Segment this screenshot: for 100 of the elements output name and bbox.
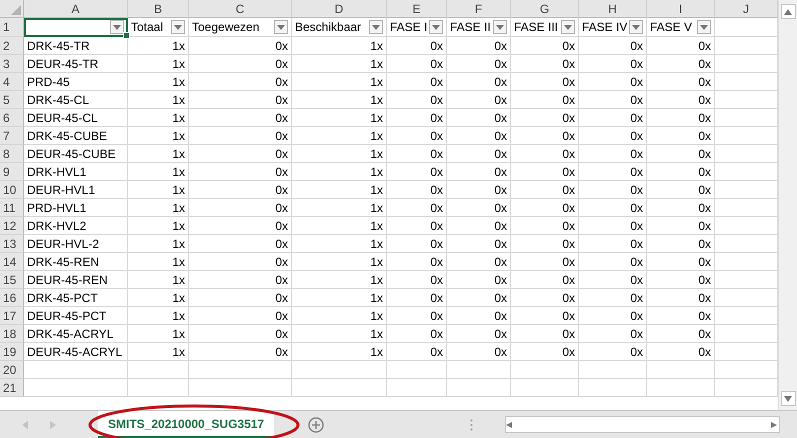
row-number[interactable]: 13 [0,235,24,253]
empty-cell[interactable] [647,379,715,397]
row-number[interactable]: 17 [0,307,24,325]
header-cell[interactable]: FASE III [511,18,579,37]
header-cell[interactable]: Totaal [128,18,189,37]
scroll-up-button[interactable] [780,4,796,19]
row-number[interactable]: 1 [0,18,24,37]
empty-cell[interactable] [447,361,511,379]
row-number[interactable]: 10 [0,181,24,199]
row-number[interactable]: 11 [0,199,24,217]
caret-icon [432,24,440,30]
table-cell: 0x [189,55,292,73]
table-cell: DEUR-HVL-2 [24,235,128,253]
table-cell: 1x [292,181,387,199]
row-number[interactable]: 4 [0,73,24,91]
empty-cell[interactable] [292,379,387,397]
column-header[interactable]: I [647,0,715,18]
filter-button[interactable] [561,20,575,34]
filter-button[interactable] [110,20,124,34]
selected-cell[interactable] [24,18,128,37]
row-number[interactable]: 6 [0,109,24,127]
table-cell: 1x [292,271,387,289]
scroll-down-button[interactable] [780,391,796,406]
table-cell: 1x [128,109,189,127]
table-cell: 0x [447,109,511,127]
row-number[interactable]: 3 [0,55,24,73]
filter-button[interactable] [429,20,444,34]
row-number[interactable]: 2 [0,37,24,55]
row-number[interactable]: 19 [0,343,24,361]
more-options-icon[interactable] [470,418,474,430]
sheet-tab[interactable]: SMITS_20210000_SUG3517 [98,411,274,438]
empty-cell[interactable] [128,361,189,379]
table-cell: 1x [128,55,189,73]
row-number[interactable]: 15 [0,271,24,289]
row-number[interactable]: 18 [0,325,24,343]
table-cell: 1x [292,55,387,73]
header-cell[interactable]: FASE II [447,18,511,37]
filter-button[interactable] [629,20,644,34]
column-header[interactable]: F [447,0,511,18]
table-cell: 0x [387,91,447,109]
horizontal-scrollbar[interactable] [505,416,780,433]
table-cell: 1x [292,235,387,253]
triangle-icon [11,5,21,15]
row-number[interactable]: 7 [0,127,24,145]
table-cell: DEUR-45-TR [24,55,128,73]
filter-button[interactable] [171,20,185,34]
table-cell: 1x [128,91,189,109]
empty-cell[interactable] [647,361,715,379]
empty-cell[interactable] [511,379,579,397]
select-all-corner[interactable] [0,0,24,18]
empty-cell[interactable] [447,379,511,397]
empty-cell[interactable] [189,361,292,379]
column-header[interactable]: D [292,0,387,18]
empty-cell[interactable] [579,361,647,379]
previous-sheet-icon[interactable] [22,420,28,428]
empty-cell[interactable] [189,379,292,397]
row-number[interactable]: 20 [0,361,24,379]
empty-cell[interactable] [579,379,647,397]
header-cell[interactable]: FASE V [647,18,715,37]
table-cell: 0x [647,217,715,235]
row-number[interactable]: 12 [0,217,24,235]
row-number[interactable]: 5 [0,91,24,109]
filter-button[interactable] [274,20,288,34]
empty-cell[interactable] [292,361,387,379]
table-cell: 0x [579,37,647,55]
column-header[interactable]: A [24,0,128,18]
add-sheet-icon[interactable] [308,416,324,432]
header-cell[interactable]: FASE I [387,18,447,37]
table-cell: 0x [647,181,715,199]
header-cell[interactable]: Beschikbaar [292,18,387,37]
row-number[interactable]: 16 [0,289,24,307]
empty-cell[interactable] [511,361,579,379]
filter-button[interactable] [697,20,711,34]
column-header[interactable]: C [189,0,292,18]
filter-button[interactable] [369,20,383,34]
filter-button[interactable] [493,20,507,34]
table-cell: 0x [189,109,292,127]
row-number[interactable]: 8 [0,145,24,163]
empty-cell[interactable] [387,379,447,397]
header-cell[interactable]: Toegewezen [189,18,292,37]
header-cell[interactable]: FASE IV [579,18,647,37]
table-cell: 0x [579,91,647,109]
row-number[interactable]: 9 [0,163,24,181]
row-number[interactable]: 21 [0,379,24,397]
empty-cell[interactable] [128,379,189,397]
table-cell: 1x [128,127,189,145]
caret-icon [113,24,121,30]
table-cell: DRK-45-ACRYL [24,325,128,343]
column-header[interactable]: E [387,0,447,18]
column-header[interactable]: H [579,0,647,18]
column-header[interactable]: B [128,0,189,18]
row-number[interactable]: 14 [0,253,24,271]
next-sheet-icon[interactable] [50,420,56,428]
column-header[interactable]: G [511,0,579,18]
column-header[interactable]: J [715,0,778,18]
table-cell: 1x [292,253,387,271]
table-cell: 0x [387,253,447,271]
table-cell: 0x [387,235,447,253]
empty-cell[interactable] [387,361,447,379]
table-cell: 0x [387,307,447,325]
